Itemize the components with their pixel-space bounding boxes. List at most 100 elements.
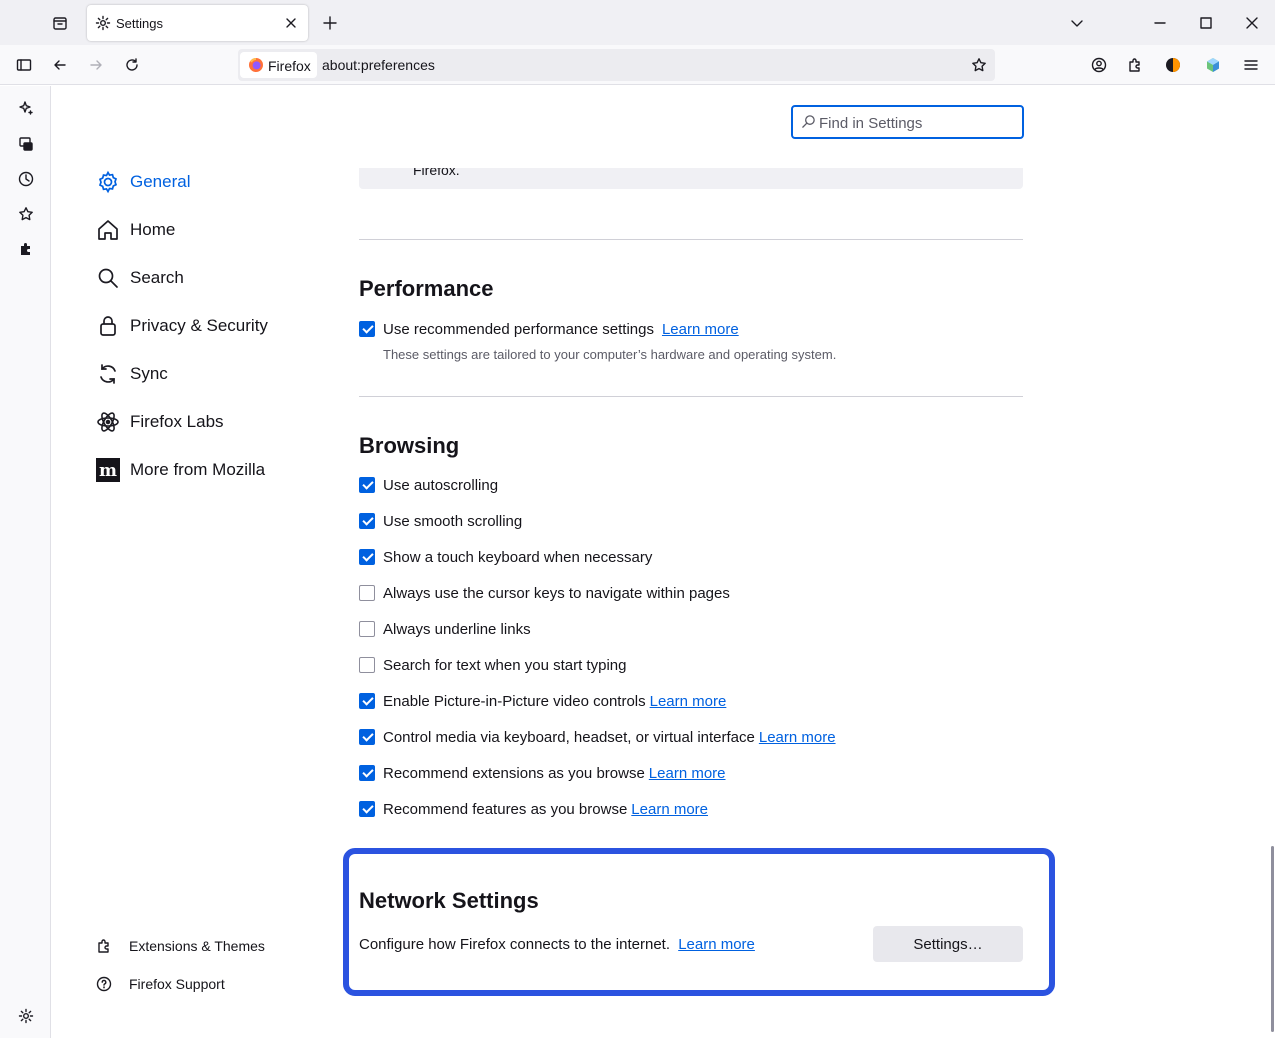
option-cursor-keys[interactable]: Always use the cursor keys to navigate w… (359, 583, 730, 603)
category-sync[interactable]: Sync (96, 359, 168, 389)
url-text[interactable]: about:preferences (322, 57, 435, 73)
minimize-button[interactable] (1148, 11, 1172, 35)
tab-settings[interactable]: Settings (87, 5, 308, 41)
synced-tabs-icon (19, 137, 33, 151)
back-button[interactable] (48, 53, 72, 77)
account-button[interactable] (1087, 53, 1111, 77)
category-search[interactable]: Search (96, 263, 184, 293)
tab-close-icon[interactable] (283, 15, 299, 31)
close-window-button[interactable] (1240, 11, 1264, 35)
search-icon (802, 115, 815, 128)
find-in-settings[interactable] (791, 105, 1024, 139)
option-underline-links[interactable]: Always underline links (359, 619, 531, 639)
option-recommend-extensions[interactable]: Recommend extensions as you browse Learn… (359, 763, 726, 783)
firefox-view-icon (53, 17, 67, 30)
previous-section-box: Firefox. (359, 168, 1023, 189)
firefox-logo-icon (249, 58, 263, 72)
help-icon (96, 976, 112, 992)
checkbox[interactable] (359, 693, 375, 709)
extensions-button[interactable] (1123, 53, 1147, 77)
nav-bar: Firefox about:preferences (0, 45, 1275, 85)
sync-icon (100, 364, 116, 384)
option-label: Always use the cursor keys to navigate w… (383, 584, 730, 602)
puzzle-icon (21, 243, 30, 255)
hamburger-menu-icon (1244, 60, 1258, 70)
extensions-themes-link[interactable]: Extensions & Themes (96, 935, 265, 957)
learn-more-link[interactable]: Learn more (631, 801, 708, 818)
puzzle-icon (98, 939, 109, 953)
sidebar-extensions-button[interactable] (14, 237, 38, 261)
footer-link-label: Firefox Support (129, 976, 225, 992)
maximize-button[interactable] (1194, 11, 1218, 35)
learn-more-link[interactable]: Learn more (678, 936, 755, 953)
checkbox[interactable] (359, 321, 375, 337)
option-search-when-typing[interactable]: Search for text when you start typing (359, 655, 626, 675)
category-firefox-labs[interactable]: Firefox Labs (96, 407, 224, 437)
firefox-view-button[interactable] (48, 11, 72, 35)
category-label: General (130, 172, 191, 191)
option-smooth-scrolling[interactable]: Use smooth scrolling (359, 511, 522, 531)
reload-icon (126, 58, 138, 71)
network-settings-button[interactable]: Settings… (873, 926, 1023, 962)
app-menu-button[interactable] (1239, 53, 1263, 77)
category-label: More from Mozilla (130, 460, 266, 479)
extension-cube-button[interactable] (1201, 53, 1225, 77)
network-description: Configure how Firefox connects to the in… (359, 936, 755, 953)
sidebar-toggle-button[interactable] (12, 53, 36, 77)
option-picture-in-picture[interactable]: Enable Picture-in-Picture video controls… (359, 691, 726, 711)
forward-button[interactable] (84, 53, 108, 77)
sparkle-icon (19, 101, 33, 115)
checkbox[interactable] (359, 801, 375, 817)
bookmark-star-button[interactable] (967, 53, 991, 77)
option-autoscrolling[interactable]: Use autoscrolling (359, 475, 498, 495)
category-more-from-mozilla[interactable]: m More from Mozilla (96, 455, 265, 485)
synced-tabs-button[interactable] (14, 132, 38, 156)
category-privacy[interactable]: Privacy & Security (96, 311, 268, 341)
star-icon (19, 207, 33, 221)
option-label: Search for text when you start typing (383, 656, 627, 674)
option-label: Use recommended performance settings (383, 320, 654, 338)
recommended-performance-option[interactable]: Use recommended performance settings Lea… (359, 319, 739, 339)
arrow-left-icon (54, 60, 66, 70)
learn-more-link[interactable]: Learn more (649, 765, 726, 782)
footer-link-label: Extensions & Themes (129, 938, 265, 954)
star-icon (972, 58, 986, 72)
category-home[interactable]: Home (96, 215, 175, 245)
puzzle-icon (1129, 58, 1140, 72)
checkbox[interactable] (359, 477, 375, 493)
bookmarks-button[interactable] (14, 202, 38, 226)
checkbox[interactable] (359, 513, 375, 529)
list-all-tabs-button[interactable] (1065, 11, 1089, 35)
scrollbar-thumb[interactable] (1271, 846, 1274, 1032)
ai-chatbot-button[interactable] (14, 96, 38, 120)
checkbox[interactable] (359, 585, 375, 601)
category-label: Firefox Labs (130, 412, 224, 431)
search-input[interactable] (819, 113, 1014, 133)
new-tab-button[interactable] (318, 11, 342, 35)
firefox-support-link[interactable]: Firefox Support (96, 973, 225, 995)
reload-button[interactable] (120, 53, 144, 77)
checkbox[interactable] (359, 621, 375, 637)
learn-more-link[interactable]: Learn more (759, 729, 836, 746)
history-button[interactable] (14, 167, 38, 191)
option-label: Use autoscrolling (383, 476, 499, 494)
option-touch-keyboard[interactable]: Show a touch keyboard when necessary (359, 547, 652, 567)
labs-icon (97, 412, 119, 432)
checkbox[interactable] (359, 657, 375, 673)
option-label: Recommend extensions as you browse (383, 764, 645, 782)
learn-more-link[interactable]: Learn more (650, 693, 727, 710)
customize-sidebar-button[interactable] (14, 1004, 38, 1028)
learn-more-link[interactable]: Learn more (662, 321, 739, 338)
gear-icon (95, 15, 111, 31)
category-general[interactable]: General (96, 167, 190, 197)
checkbox[interactable] (359, 729, 375, 745)
previous-section-text: Firefox. (413, 168, 460, 178)
option-recommend-features[interactable]: Recommend features as you browse Learn m… (359, 799, 708, 819)
option-media-control[interactable]: Control media via keyboard, headset, or … (359, 727, 836, 747)
identity-box[interactable]: Firefox (240, 52, 317, 78)
extension-dark-reader-button[interactable] (1161, 53, 1185, 77)
url-bar[interactable]: Firefox about:preferences (238, 49, 995, 81)
separator (359, 396, 1023, 397)
checkbox[interactable] (359, 549, 375, 565)
checkbox[interactable] (359, 765, 375, 781)
